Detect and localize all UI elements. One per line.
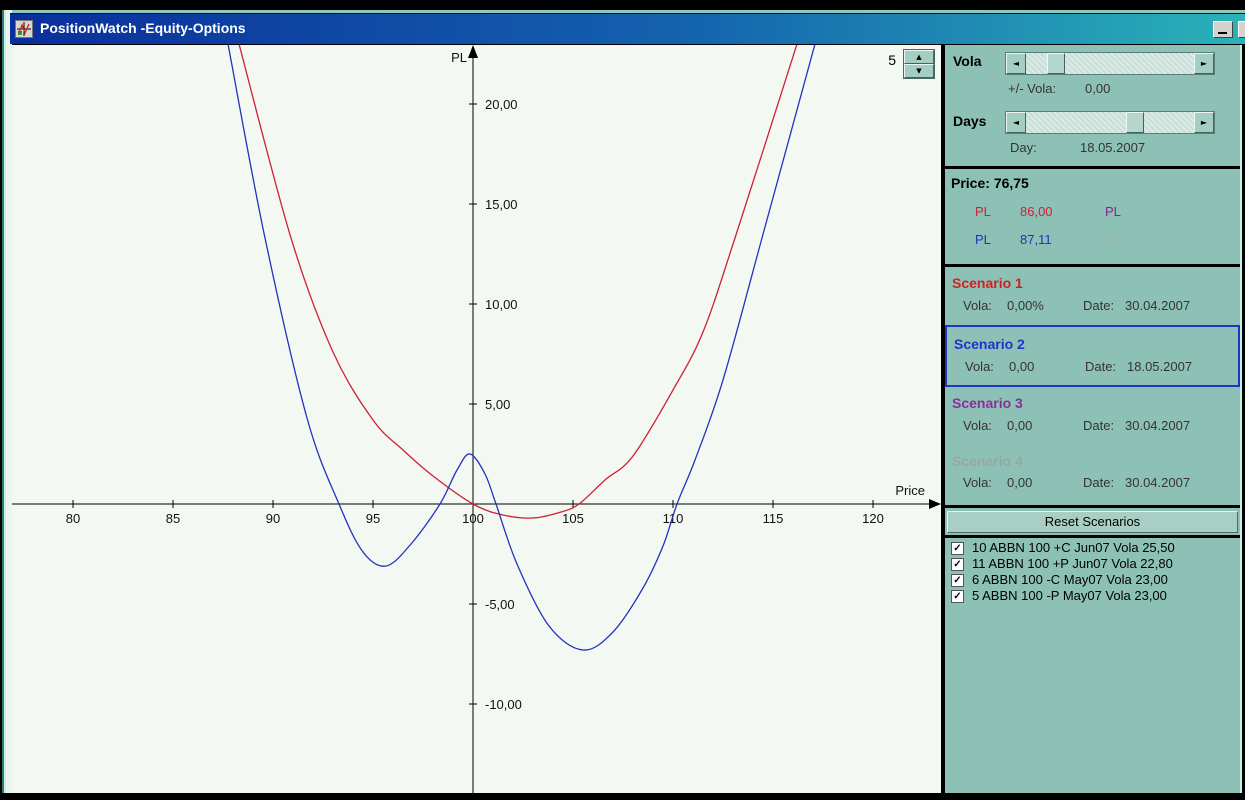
- scenario-vola-value: 0,00%: [1007, 298, 1044, 313]
- spinner-up-icon[interactable]: ▲: [904, 50, 934, 64]
- scenario-date-value: 30.04.2007: [1125, 475, 1191, 490]
- chart-panel: PL Price 80 85 90 95 100 105 110 115 120 20,00 15,00…: [12, 45, 941, 793]
- y-tick-label: 15,00: [485, 197, 518, 212]
- scenario-vola-label: Vola:: [963, 418, 992, 433]
- scenario-vola-label: Vola:: [963, 298, 992, 313]
- x-tick-label: 120: [862, 511, 884, 526]
- x-tick-label: 85: [166, 511, 180, 526]
- vola-slider-right-arrow-icon[interactable]: ►: [1194, 53, 1214, 74]
- minimize-button[interactable]: [1213, 21, 1233, 38]
- position-checkbox[interactable]: ✓: [951, 558, 964, 571]
- vola-slider[interactable]: ◄ ►: [1005, 52, 1215, 75]
- scenario-title: Scenario 3: [952, 395, 1023, 411]
- y-tick-label: 20,00: [485, 97, 518, 112]
- scenario-date-label: Date:: [1085, 359, 1117, 374]
- scenario-date-label: Date:: [1083, 298, 1115, 313]
- days-slider-right-arrow-icon[interactable]: ►: [1194, 112, 1214, 133]
- position-checkbox[interactable]: ✓: [951, 590, 964, 603]
- days-section-label: Days: [953, 113, 987, 129]
- spinner-down-icon[interactable]: ▼: [904, 64, 934, 78]
- scenario-title: Scenario 1: [952, 275, 1023, 291]
- x-tick-label: 90: [266, 511, 280, 526]
- chart-scale-value: 5: [888, 52, 896, 68]
- price-readout-value: 76,75: [993, 175, 1029, 191]
- y-axis-title: PL: [451, 50, 467, 65]
- x-axis-arrow-icon: [929, 499, 941, 509]
- x-tick-label: 115: [763, 511, 784, 526]
- y-tick-label: 5,00: [485, 397, 510, 412]
- vola-slider-left-arrow-icon[interactable]: ◄: [1006, 53, 1026, 74]
- close-button[interactable]: [1238, 21, 1245, 38]
- reset-scenarios-button[interactable]: Reset Scenarios: [947, 511, 1238, 533]
- scenario-vola-value: 0,00: [1009, 359, 1035, 374]
- vola-caption: +/- Vola:: [1008, 81, 1057, 96]
- x-tick-label: 80: [66, 511, 80, 526]
- scenario-card-1[interactable]: Scenario 1 Vola: 0,00% Date: 30.04.2007: [945, 273, 1240, 325]
- pl-row2-value: 87,11: [1020, 232, 1052, 247]
- scenario-title: Scenario 4: [952, 453, 1023, 469]
- position-checkbox[interactable]: ✓: [951, 574, 964, 587]
- divider: [945, 505, 1240, 508]
- day-caption: Day:: [1010, 140, 1037, 155]
- y-axis-arrow-icon: [468, 45, 478, 58]
- app-icon: [15, 20, 33, 38]
- divider: [945, 166, 1240, 169]
- scenario-title: Scenario 2: [954, 336, 1025, 352]
- position-row: ✓ 6 ABBN 100 -C May07 Vola 23,00: [945, 572, 1240, 588]
- titlebar[interactable]: PositionWatch -Equity-Options: [10, 13, 1245, 44]
- window-border-right: [1240, 45, 1242, 793]
- scenario-date-label: Date:: [1083, 475, 1115, 490]
- pl-row1-value: 86,00: [1020, 204, 1053, 219]
- vola-value: 0,00: [1085, 81, 1111, 96]
- position-checkbox[interactable]: ✓: [951, 542, 964, 555]
- day-value: 18.05.2007: [1080, 140, 1146, 155]
- y-tick-label: -10,00: [485, 697, 522, 712]
- minimize-icon: [1218, 32, 1227, 34]
- x-tick-label: 95: [366, 511, 380, 526]
- x-tick-label: 105: [562, 511, 584, 526]
- pl-chart[interactable]: PL Price 80 85 90 95 100 105 110 115 120 20,00 15,00…: [12, 45, 941, 793]
- position-label: 5 ABBN 100 -P May07 Vola 23,00: [972, 588, 1167, 603]
- price-readout-label: Price:: [951, 175, 990, 191]
- sidebar: Vola ◄ ► +/- Vola: 0,00 Days ◄ ► Day: 18…: [945, 45, 1240, 793]
- scenario-date-value: 18.05.2007: [1127, 359, 1193, 374]
- scenario-2-pl-curve: [227, 45, 816, 651]
- window-title: PositionWatch -Equity-Options: [40, 20, 246, 36]
- scenario-date-value: 30.04.2007: [1125, 298, 1191, 313]
- scenario-card-2[interactable]: Scenario 2 Vola: 0,00 Date: 18.05.2007: [945, 325, 1240, 387]
- y-tick-label: 10,00: [485, 297, 518, 312]
- y-tick-label: -5,00: [485, 597, 515, 612]
- position-row: ✓ 10 ABBN 100 +C Jun07 Vola 25,50: [945, 540, 1240, 556]
- pl-row1-label: PL: [975, 204, 991, 219]
- position-row: ✓ 5 ABBN 100 -P May07 Vola 23,00: [945, 588, 1240, 604]
- pl-row2-right-label: PL: [1105, 232, 1121, 247]
- x-tick-label: 110: [663, 511, 684, 526]
- x-tick-label: 100: [462, 511, 484, 526]
- days-slider-thumb[interactable]: [1126, 112, 1144, 133]
- scenario-vola-value: 0,00: [1007, 475, 1033, 490]
- scenario-date-value: 30.04.2007: [1125, 418, 1191, 433]
- position-label: 11 ABBN 100 +P Jun07 Vola 22,80: [972, 556, 1173, 571]
- pl-row1-right-label: PL: [1105, 204, 1121, 219]
- scenario-1-pl-curve: [238, 45, 798, 519]
- scenario-vola-label: Vola:: [965, 359, 994, 374]
- position-label: 10 ABBN 100 +C Jun07 Vola 25,50: [972, 540, 1175, 555]
- divider: [945, 264, 1240, 267]
- position-label: 6 ABBN 100 -C May07 Vola 23,00: [972, 572, 1168, 587]
- days-slider-left-arrow-icon[interactable]: ◄: [1006, 112, 1026, 133]
- scenario-date-label: Date:: [1083, 418, 1115, 433]
- vola-slider-thumb[interactable]: [1047, 53, 1065, 74]
- scenario-vola-value: 0,00: [1007, 418, 1033, 433]
- position-row: ✓ 11 ABBN 100 +P Jun07 Vola 22,80: [945, 556, 1240, 572]
- divider: [945, 535, 1240, 538]
- scenario-vola-label: Vola:: [963, 475, 992, 490]
- scenario-card-3[interactable]: Scenario 3 Vola: 0,00 Date: 30.04.2007: [945, 393, 1240, 445]
- x-axis-title: Price: [895, 483, 925, 498]
- chart-scale-spinner: ▲ ▼: [903, 49, 935, 79]
- vola-section-label: Vola: [953, 53, 982, 69]
- window-border-left: [0, 10, 12, 793]
- days-slider[interactable]: ◄ ►: [1005, 111, 1215, 134]
- pl-row2-label: PL: [975, 232, 991, 247]
- scenario-card-4[interactable]: Scenario 4 Vola: 0,00 Date: 30.04.2007: [945, 451, 1240, 503]
